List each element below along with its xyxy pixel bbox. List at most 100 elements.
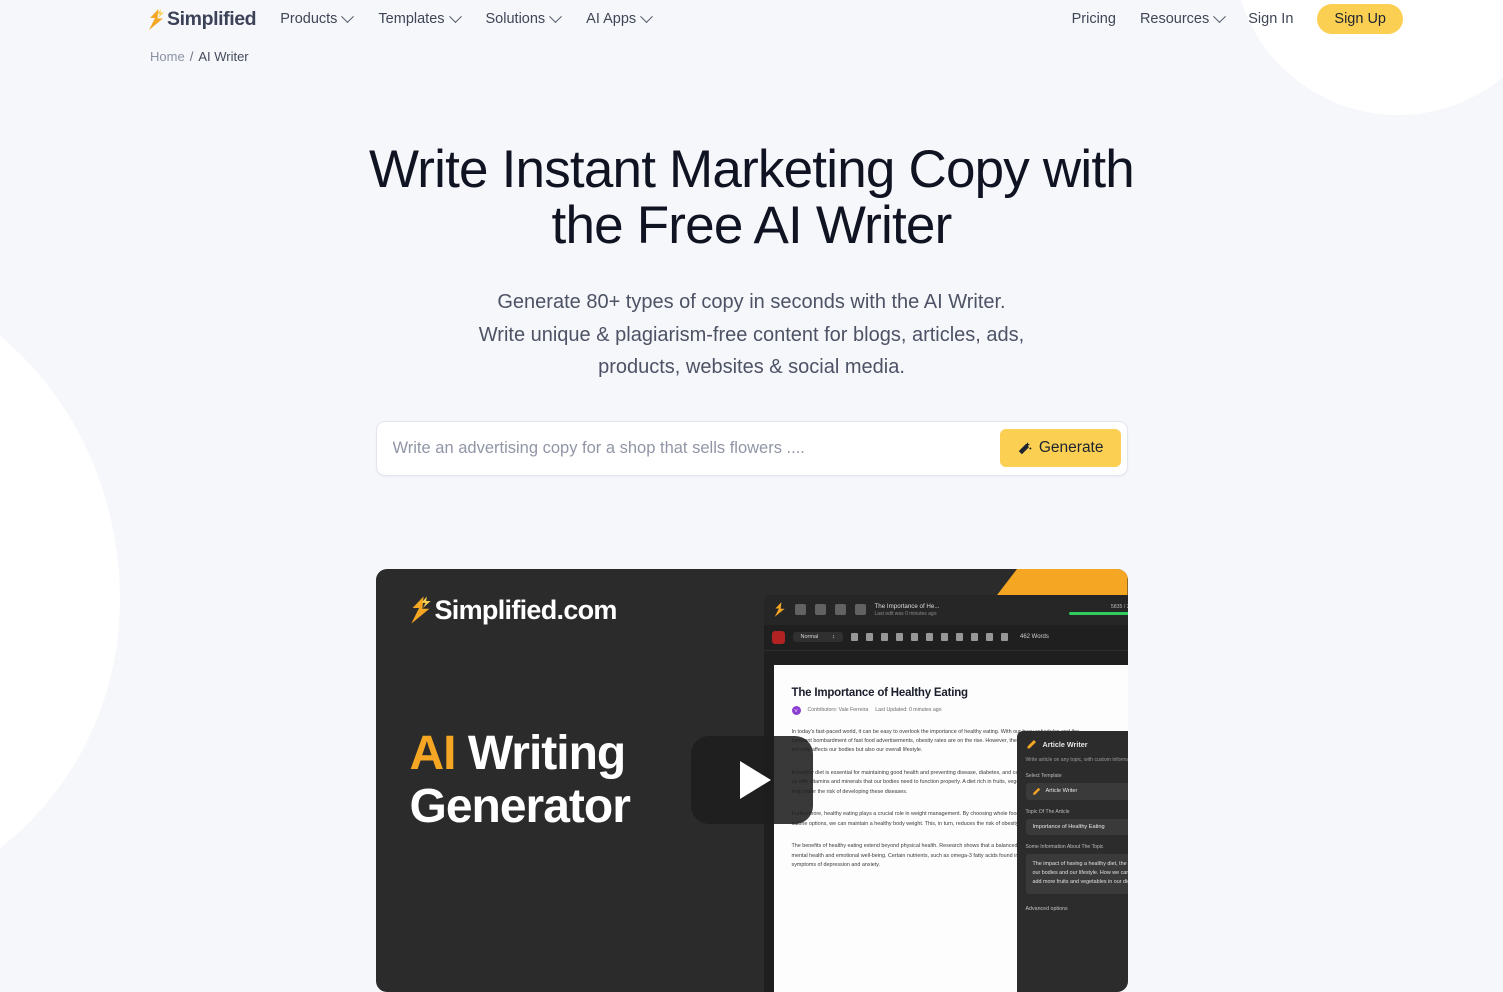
simplified-bolt-logo-icon bbox=[774, 602, 785, 617]
back-arrow-icon[interactable] bbox=[794, 604, 806, 616]
settings-icon[interactable] bbox=[854, 604, 866, 616]
video-headline: AI Writing Generator bbox=[409, 726, 631, 835]
highlight-icon[interactable] bbox=[955, 633, 963, 642]
nav-item-templates[interactable]: Templates bbox=[378, 9, 462, 27]
hero-subtitle-line-1: Generate 80+ types of copy in seconds wi… bbox=[497, 291, 1006, 314]
breadcrumb-home-link[interactable]: Home bbox=[150, 49, 185, 64]
list-icon[interactable] bbox=[925, 633, 933, 642]
paragraph-style-value: Normal bbox=[800, 634, 819, 641]
secondary-nav: Pricing Resources Sign In Sign Up bbox=[1072, 4, 1403, 34]
paragraph-style-select[interactable]: Normal ↕ bbox=[792, 632, 843, 643]
generate-button-label: Generate bbox=[1038, 439, 1104, 457]
italic-icon[interactable] bbox=[865, 633, 873, 642]
chevron-down-icon bbox=[341, 9, 355, 23]
chevron-down-icon bbox=[448, 9, 462, 23]
chevron-down-icon bbox=[549, 9, 563, 23]
page-title: Write Instant Marketing Copy with the Fr… bbox=[369, 140, 1135, 256]
video-preview-card[interactable]: Simplified.com AI Writing Generator The … bbox=[375, 568, 1128, 992]
embedded-app-screenshot: The Importance of He... Last edit was 0 … bbox=[763, 594, 1128, 992]
prompt-bar: Generate bbox=[375, 420, 1128, 476]
app-document-title: The Importance of Healthy Eating bbox=[791, 686, 969, 699]
info-textarea[interactable]: The impact of having a healthy diet, the… bbox=[1025, 853, 1128, 894]
app-document-meta: V Contributors: Vale Ferreira Last Updat… bbox=[791, 705, 1128, 715]
pencil-icon bbox=[1026, 739, 1036, 749]
app-doc-title: The Importance of He... bbox=[874, 602, 940, 610]
app-last-updated: Last Updated: 0 minutes ago bbox=[875, 707, 942, 714]
underline-icon[interactable] bbox=[880, 633, 888, 642]
video-headline-rest: Writing bbox=[455, 726, 626, 780]
app-doc-subtitle: Last edit was 0 minutes ago bbox=[874, 611, 937, 618]
advanced-options-label: Advanced options bbox=[1025, 906, 1068, 913]
generate-button[interactable]: Generate bbox=[999, 429, 1121, 468]
site-header: Simplified Products Templates Solutions … bbox=[0, 0, 1503, 38]
prompt-input[interactable] bbox=[376, 426, 1000, 470]
article-writer-panel-header[interactable]: Article Writer ▲ bbox=[1026, 739, 1128, 750]
app-doc-title-group: The Importance of He... Last edit was 0 … bbox=[875, 602, 940, 617]
template-select[interactable]: Article Writer ▼ bbox=[1025, 782, 1128, 800]
hero-subtitle: Generate 80+ types of copy in seconds wi… bbox=[0, 286, 1503, 383]
bold-icon[interactable] bbox=[850, 633, 858, 642]
template-select-value: Article Writer bbox=[1045, 788, 1078, 795]
app-credits-progress-bar bbox=[1068, 612, 1128, 616]
topic-label: Topic Of The Article bbox=[1025, 808, 1070, 815]
primary-nav: Products Templates Solutions AI Apps bbox=[280, 9, 654, 27]
nav-item-solutions[interactable]: Solutions bbox=[485, 9, 563, 27]
video-headline-line-2: Generator bbox=[409, 780, 631, 834]
chevron-down-icon: ↕ bbox=[832, 634, 835, 641]
app-tool-logo-icon[interactable] bbox=[771, 630, 785, 644]
nav-item-ai-apps[interactable]: AI Apps bbox=[586, 9, 654, 27]
hero-section: Write Instant Marketing Copy with the Fr… bbox=[0, 140, 1503, 384]
sign-in-link[interactable]: Sign In bbox=[1248, 11, 1293, 27]
hero-subtitle-line-3: products, websites & social media. bbox=[598, 356, 905, 379]
magic-wand-icon bbox=[1018, 441, 1032, 454]
history-icon[interactable] bbox=[814, 604, 826, 616]
app-credits-meter: 5835 / 252000 credits used bbox=[1068, 604, 1128, 616]
info-label: Some Information About The Topic bbox=[1025, 843, 1104, 850]
nav-item-ai-apps-label: AI Apps bbox=[586, 11, 637, 27]
text-color-icon[interactable] bbox=[940, 633, 948, 642]
undo-icon[interactable] bbox=[985, 633, 993, 642]
advanced-options-row[interactable]: Advanced options bbox=[1026, 905, 1128, 914]
breadcrumb-current: AI Writer bbox=[198, 49, 249, 64]
hero-subtitle-line-2: Write unique & plagiarism-free content f… bbox=[478, 323, 1025, 346]
video-brand-text: Simplified.com bbox=[434, 594, 618, 625]
app-word-count: 462 Words bbox=[1019, 634, 1049, 641]
simplified-bolt-logo-icon bbox=[410, 596, 431, 624]
nav-item-templates-label: Templates bbox=[378, 11, 445, 27]
link-icon[interactable] bbox=[970, 633, 978, 642]
chevron-down-icon bbox=[640, 9, 654, 23]
brand-logo[interactable]: Simplified bbox=[148, 7, 257, 31]
pencil-icon bbox=[1032, 787, 1040, 795]
video-brand-lockup: Simplified.com bbox=[410, 595, 617, 626]
chevron-down-icon bbox=[1213, 9, 1227, 23]
nav-item-solutions-label: Solutions bbox=[485, 11, 546, 27]
app-contributors: Contributors: Vale Ferreira bbox=[807, 707, 869, 714]
article-writer-panel: Article Writer ▲ Write article on any to… bbox=[1016, 730, 1128, 992]
app-credits-text: 5835 / 252000 credits used bbox=[1110, 604, 1128, 611]
nav-item-pricing-label: Pricing bbox=[1071, 11, 1116, 27]
video-headline-accent: AI bbox=[409, 726, 457, 780]
align-icon[interactable] bbox=[910, 633, 918, 642]
brand-logo-text: Simplified bbox=[167, 7, 257, 30]
simplified-bolt-logo-icon bbox=[149, 8, 164, 30]
nav-item-resources[interactable]: Resources bbox=[1140, 9, 1227, 27]
play-button[interactable] bbox=[690, 736, 813, 825]
breadcrumb-separator: / bbox=[189, 49, 194, 64]
topic-field-header: Topic Of The Article 4/20 Words bbox=[1026, 809, 1128, 815]
nav-item-products-label: Products bbox=[280, 11, 338, 27]
article-writer-panel-title: Article Writer bbox=[1042, 739, 1088, 749]
app-editor-toolbar: Normal ↕ 462 Words bbox=[763, 624, 1128, 651]
select-template-label: Select Template bbox=[1025, 772, 1062, 779]
sign-up-button[interactable]: Sign Up bbox=[1317, 4, 1403, 34]
copy-icon[interactable] bbox=[834, 604, 846, 616]
breadcrumb: Home / AI Writer bbox=[0, 38, 1503, 64]
info-field-header: Some Information About The Topic 29/240 … bbox=[1026, 844, 1128, 850]
avatar: V bbox=[791, 705, 801, 715]
redo-icon[interactable] bbox=[1000, 633, 1008, 642]
article-writer-description: Write article on any topic, with custom … bbox=[1025, 756, 1128, 763]
sign-in-label: Sign In bbox=[1248, 11, 1294, 27]
topic-input[interactable]: Importance of Healthy Eating bbox=[1025, 818, 1128, 835]
strikethrough-icon[interactable] bbox=[895, 633, 903, 642]
nav-item-products[interactable]: Products bbox=[280, 9, 355, 27]
nav-item-pricing[interactable]: Pricing bbox=[1072, 11, 1116, 27]
